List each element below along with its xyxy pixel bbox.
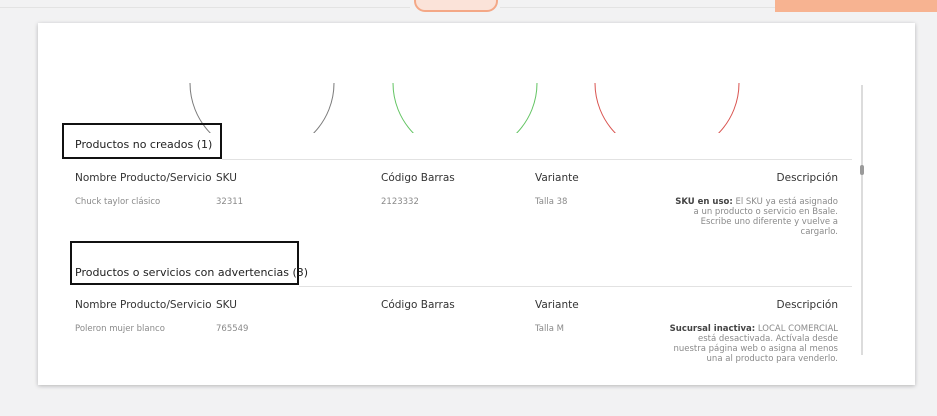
row-2-description-label: Sucursal inactiva: bbox=[669, 324, 756, 334]
col-header-description-2: Descripción bbox=[776, 299, 838, 311]
import-results-card: Productos no creados (1) Nombre Producto… bbox=[38, 23, 915, 385]
section-1-divider bbox=[222, 159, 852, 160]
header-divider-right bbox=[500, 7, 775, 8]
section-1-title: Productos no creados (1) bbox=[75, 138, 213, 151]
col-header-description: Descripción bbox=[776, 172, 838, 184]
section-2-title: Productos o servicios con advertencias (… bbox=[75, 266, 309, 279]
col-header-variant-2: Variante bbox=[535, 299, 579, 311]
row-1-barcode: 2123332 bbox=[381, 197, 419, 207]
col-header-barcode-2: Código Barras bbox=[381, 299, 455, 311]
summary-arcs bbox=[189, 82, 740, 133]
row-2-name: Poleron mujer blanco bbox=[75, 324, 165, 334]
arc-red bbox=[594, 82, 740, 133]
arc-green bbox=[392, 82, 538, 133]
header-pill-button[interactable] bbox=[414, 0, 498, 12]
row-1-description-label: SKU en uso: bbox=[675, 197, 733, 207]
row-2-variant: Talla M bbox=[535, 324, 564, 334]
row-1-sku: 32311 bbox=[216, 197, 244, 207]
results-scroll-area[interactable]: Productos no creados (1) Nombre Producto… bbox=[38, 23, 878, 371]
section-2-divider bbox=[299, 286, 852, 287]
row-2-description: Sucursal inactiva: LOCAL COMERCIAL está … bbox=[668, 324, 838, 364]
col-header-sku: SKU bbox=[216, 172, 237, 184]
header-action-button[interactable] bbox=[775, 0, 937, 12]
col-header-name: Nombre Producto/Servicio bbox=[75, 172, 212, 184]
row-2-sku: 765549 bbox=[216, 324, 249, 334]
header-divider-left bbox=[0, 7, 410, 8]
col-header-variant: Variante bbox=[535, 172, 579, 184]
scrollbar-thumb[interactable] bbox=[860, 165, 864, 175]
col-header-sku-2: SKU bbox=[216, 299, 237, 311]
row-1-name: Chuck taylor clásico bbox=[75, 197, 161, 207]
row-1-description: SKU en uso: El SKU ya está asignado a un… bbox=[668, 197, 838, 237]
row-1-variant: Talla 38 bbox=[535, 197, 568, 207]
col-header-barcode: Código Barras bbox=[381, 172, 455, 184]
scrollbar-track[interactable] bbox=[861, 85, 863, 355]
col-header-name-2: Nombre Producto/Servicio bbox=[75, 299, 212, 311]
